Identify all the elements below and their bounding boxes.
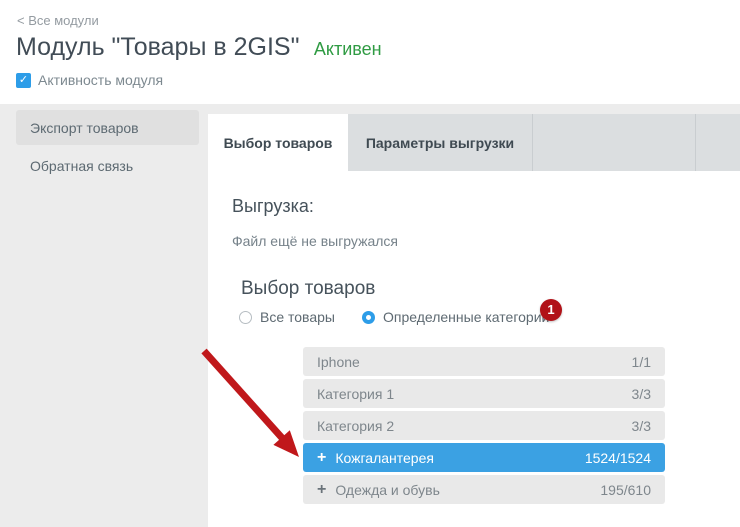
tab-export-parameters[interactable]: Параметры выгрузки (348, 114, 532, 171)
page-title: Модуль "Товары в 2GIS" (16, 33, 299, 61)
sidebar-item-export[interactable]: Экспорт товаров (16, 110, 199, 145)
category-name: Одежда и обувь (335, 482, 592, 498)
category-list: Iphone 1/1 Категория 1 3/3 Категория 2 3… (303, 347, 665, 504)
radio-all-products[interactable] (239, 311, 252, 324)
annotation-step-badge: 1 (540, 299, 562, 321)
sidebar-item-label: Экспорт товаров (16, 120, 139, 136)
title-row: Модуль "Товары в 2GIS" Активен (16, 33, 382, 62)
category-name: Кожгалантерея (335, 450, 576, 466)
radio-all-products-label[interactable]: Все товары (260, 309, 335, 325)
activity-checkbox[interactable]: ✓ (16, 73, 31, 88)
category-row[interactable]: Iphone 1/1 (303, 347, 665, 376)
category-name: Iphone (317, 354, 624, 370)
back-to-modules-link[interactable]: < Все модули (17, 13, 99, 28)
sidebar-item-feedback[interactable]: Обратная связь (16, 148, 199, 183)
tab-product-selection[interactable]: Выбор товаров (208, 114, 348, 171)
radio-specific-categories-label[interactable]: Определенные категории (383, 309, 549, 325)
activity-checkbox-label: Активность модуля (38, 72, 163, 88)
category-name: Категория 1 (317, 386, 624, 402)
category-count: 1/1 (632, 354, 651, 370)
tab-label: Выбор товаров (224, 135, 333, 151)
expand-plus-icon[interactable]: + (317, 482, 326, 498)
category-row[interactable]: + Одежда и обувь 195/610 (303, 475, 665, 504)
selection-heading: Выбор товаров (241, 278, 375, 300)
radio-specific-categories[interactable] (362, 311, 375, 324)
category-count: 3/3 (632, 386, 651, 402)
sidebar-item-label: Обратная связь (16, 158, 133, 174)
category-row[interactable]: Категория 2 3/3 (303, 411, 665, 440)
category-count: 3/3 (632, 418, 651, 434)
product-scope-radios: Все товары Определенные категории (239, 309, 549, 325)
tab-divider (695, 114, 696, 171)
upload-status-text: Файл ещё не выгружался (232, 233, 398, 249)
category-count: 195/610 (600, 482, 651, 498)
tab-label: Параметры выгрузки (366, 135, 514, 151)
checkmark-icon: ✓ (19, 74, 28, 86)
category-row-selected[interactable]: + Кожгалантерея 1524/1524 (303, 443, 665, 472)
category-count: 1524/1524 (585, 450, 651, 466)
category-name: Категория 2 (317, 418, 624, 434)
status-badge: Активен (314, 39, 382, 59)
tab-divider (532, 114, 533, 171)
expand-plus-icon[interactable]: + (317, 450, 326, 466)
module-activity-row: ✓ Активность модуля (16, 72, 163, 88)
upload-heading: Выгрузка: (232, 196, 314, 217)
module-settings-page: < Все модули Модуль "Товары в 2GIS" Акти… (0, 0, 740, 527)
category-row[interactable]: Категория 1 3/3 (303, 379, 665, 408)
